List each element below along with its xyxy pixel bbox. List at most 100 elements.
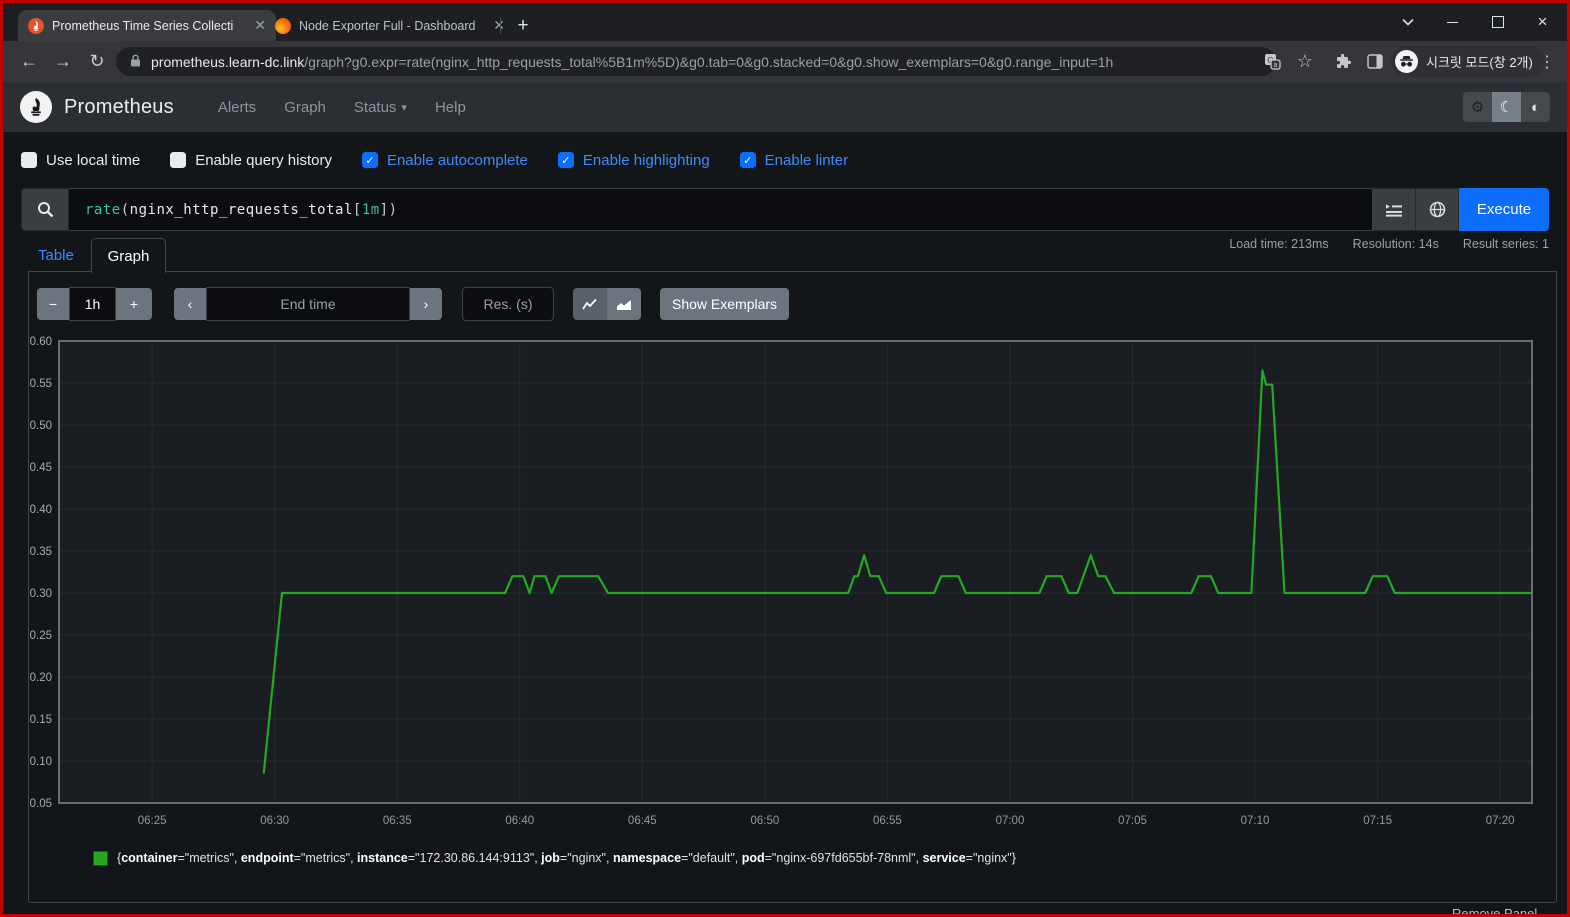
x-tick-label: 06:25 xyxy=(138,815,167,827)
graph-panel: − 1h + ‹ End time › Res. (s) Show Exempl… xyxy=(28,271,1557,903)
query-expression-input[interactable]: rate(nginx_http_requests_total[1m]) xyxy=(69,188,1373,231)
y-tick-label: 0.05 xyxy=(30,798,52,810)
line-chart-mode-icon[interactable] xyxy=(573,288,607,320)
end-time-back-chevron[interactable]: ‹ xyxy=(174,288,206,320)
theme-light-contrast-icon[interactable]: ◐ xyxy=(1521,92,1550,122)
browser-tabstrip: Prometheus Time Series Collecti ✕ Node E… xyxy=(3,3,1567,41)
brand-title[interactable]: Prometheus xyxy=(64,96,174,119)
y-tick-label: 0.25 xyxy=(30,630,52,642)
y-tick-label: 0.30 xyxy=(30,588,52,600)
x-tick-label: 06:45 xyxy=(628,815,657,827)
x-tick-label: 07:05 xyxy=(1118,815,1147,827)
query-token-paren: ] xyxy=(379,201,389,218)
tab-title: Node Exporter Full - Dashboard xyxy=(299,18,476,33)
legend-labels: {container="metrics", endpoint="metrics"… xyxy=(117,851,1016,865)
url-path: /graph?g0.expr=rate(nginx_http_requests_… xyxy=(304,53,1114,70)
svg-text:a: a xyxy=(1273,62,1277,69)
query-bar: rate(nginx_http_requests_total[1m]) Exec… xyxy=(21,188,1549,231)
metrics-explorer-globe-icon[interactable] xyxy=(1416,188,1459,231)
option-enable-autocomplete[interactable]: ✓ Enable autocomplete xyxy=(361,151,528,169)
incognito-icon xyxy=(1395,50,1418,73)
execute-button[interactable]: Execute xyxy=(1459,188,1549,231)
reload-icon[interactable]: ↻ xyxy=(81,41,113,82)
resolution-input[interactable]: Res. (s) xyxy=(462,287,554,321)
option-enable-highlighting[interactable]: ✓ Enable highlighting xyxy=(557,152,710,169)
result-series: Result series: 1 xyxy=(1462,237,1549,251)
theme-auto-gear-icon[interactable]: ⚙ xyxy=(1463,92,1492,122)
back-icon[interactable]: ← xyxy=(13,41,45,82)
graph-controls: − 1h + ‹ End time › Res. (s) Show Exempl… xyxy=(37,287,790,321)
browser-toolbar: ← → ↻ prometheus.learn-dc.link/graph?g0.… xyxy=(3,41,1567,82)
window-maximize-button[interactable] xyxy=(1475,3,1520,41)
legend-swatch xyxy=(93,851,108,866)
series-legend[interactable]: {container="metrics", endpoint="metrics"… xyxy=(93,850,1016,867)
browser-menu-kebab-icon[interactable]: ⋮ xyxy=(1533,41,1561,82)
browser-window: Prometheus Time Series Collecti ✕ Node E… xyxy=(3,3,1567,914)
show-exemplars-button[interactable]: Show Exemplars xyxy=(660,288,790,320)
nav-link-alerts[interactable]: Alerts xyxy=(218,99,256,116)
option-label: Enable query history xyxy=(195,151,332,169)
window-close-button[interactable]: × xyxy=(1520,3,1565,41)
checkbox-enable-autocomplete[interactable]: ✓ xyxy=(361,152,378,168)
prometheus-logo[interactable] xyxy=(20,91,52,123)
window-minimize-button[interactable] xyxy=(1430,3,1475,41)
bookmark-star-icon[interactable]: ☆ xyxy=(1289,41,1321,82)
theme-dark-moon-icon[interactable]: ☾ xyxy=(1492,92,1521,122)
checkbox-enable-linter[interactable]: ✓ xyxy=(739,152,756,168)
new-tab-button[interactable]: + xyxy=(509,12,537,40)
y-tick-label: 0.35 xyxy=(30,546,52,558)
tab-table[interactable]: Table xyxy=(38,247,74,264)
tab-search-icon[interactable] xyxy=(1385,3,1430,41)
extensions-puzzle-icon[interactable] xyxy=(1327,41,1359,82)
search-icon xyxy=(21,188,69,231)
tab-graph[interactable]: Graph xyxy=(91,238,166,273)
x-tick-label: 06:50 xyxy=(750,815,779,827)
url-domain: prometheus.learn-dc.link xyxy=(151,53,305,70)
y-tick-label: 0.50 xyxy=(30,420,52,432)
nav-link-status[interactable]: Status ▾ xyxy=(354,99,407,116)
option-label: Enable autocomplete xyxy=(386,151,528,169)
duration-input[interactable]: 1h xyxy=(69,287,116,321)
stacked-chart-mode-icon[interactable] xyxy=(607,288,641,320)
checkbox-enable-highlighting[interactable]: ✓ xyxy=(557,152,574,168)
resolution: Resolution: 14s xyxy=(1352,237,1439,251)
duration-decrease-button[interactable]: − xyxy=(37,288,69,320)
chevron-down-icon: ▾ xyxy=(401,101,407,114)
browser-tab-prometheus[interactable]: Prometheus Time Series Collecti ✕ xyxy=(18,10,276,41)
nav-link-graph[interactable]: Graph xyxy=(284,99,326,116)
y-tick-label: 0.55 xyxy=(30,378,52,390)
end-time-input[interactable]: End time xyxy=(206,287,410,321)
option-label: Use local time xyxy=(46,151,141,169)
query-token-paren: ( xyxy=(120,201,130,218)
query-stats: Load time: 213ms Resolution: 14s Result … xyxy=(1229,237,1549,251)
translate-icon[interactable]: Ga xyxy=(1256,41,1288,82)
nav-link-help[interactable]: Help xyxy=(435,99,466,116)
y-tick-label: 0.45 xyxy=(30,462,52,474)
query-tree-view-icon[interactable] xyxy=(1373,188,1416,231)
x-tick-label: 06:30 xyxy=(260,815,289,827)
time-series-chart[interactable]: 0.60 0.55 0.50 0.45 0.40 0.35 0.30 0.25 0.20 0.15… xyxy=(29,333,1549,838)
x-tick-label: 06:40 xyxy=(505,815,534,827)
url-bar[interactable]: prometheus.learn-dc.link/graph?g0.expr=r… xyxy=(116,47,1276,76)
checkbox-enable-query-history[interactable] xyxy=(170,152,187,168)
y-tick-label: 0.15 xyxy=(30,714,52,726)
chart-svg: 0.60 0.55 0.50 0.45 0.40 0.35 0.30 0.25 0.20 0.15… xyxy=(30,336,1533,827)
prometheus-navbar: Prometheus Alerts Graph Status ▾ Help ⚙ ☾ ◐ xyxy=(3,82,1567,132)
browser-tab-grafana[interactable]: Node Exporter Full - Dashboard ✕ xyxy=(265,10,515,41)
plot-background xyxy=(59,341,1532,803)
option-enable-query-history[interactable]: Enable query history xyxy=(170,152,332,169)
query-token-paren: [ xyxy=(352,201,362,218)
remove-panel-button[interactable]: Remove Panel xyxy=(1452,906,1537,914)
end-time-forward-chevron[interactable]: › xyxy=(410,288,442,320)
side-panel-icon[interactable] xyxy=(1359,41,1391,82)
option-use-local-time[interactable]: Use local time xyxy=(21,152,140,169)
option-enable-linter[interactable]: ✓ Enable linter xyxy=(739,152,848,169)
y-tick-label: 0.60 xyxy=(30,336,52,348)
forward-icon[interactable]: → xyxy=(47,41,79,82)
checkbox-use-local-time[interactable] xyxy=(21,152,37,168)
incognito-badge[interactable]: 시크릿 모드(창 2개) xyxy=(1391,46,1545,77)
duration-increase-button[interactable]: + xyxy=(116,288,152,320)
query-token-paren: ) xyxy=(388,201,398,218)
theme-toggle-group: ⚙ ☾ ◐ xyxy=(1463,92,1550,122)
query-token-duration: 1m xyxy=(361,201,380,218)
